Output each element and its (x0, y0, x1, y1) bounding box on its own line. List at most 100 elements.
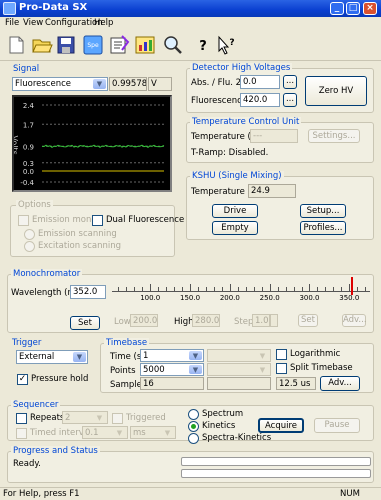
step-spinner[interactable] (270, 314, 278, 327)
progress-bar-2 (181, 469, 371, 478)
excitation-scanning-radio[interactable] (24, 241, 35, 252)
high-input[interactable]: 280.0 (192, 314, 220, 327)
chart-tool-icon[interactable] (134, 34, 156, 56)
close-button[interactable]: × (363, 2, 377, 15)
about-icon[interactable]: ? (192, 34, 214, 56)
channel-select[interactable]: Fluorescence ▼ (12, 77, 108, 91)
points-value: 5000 (143, 365, 165, 375)
scope-tick-label: 1.7 (23, 121, 34, 129)
abs-browse-button[interactable]: ... (283, 75, 297, 89)
chevron-down-icon[interactable]: ▼ (161, 428, 174, 437)
time-select-2[interactable]: ▼ (207, 349, 271, 362)
new-file-icon[interactable] (5, 34, 27, 56)
slider-tick (174, 287, 176, 291)
wavelength-thumb[interactable] (350, 277, 353, 295)
notes-icon[interactable] (108, 34, 130, 56)
sequencer-title: Sequencer (11, 400, 61, 410)
fluorescence-hv-input[interactable]: 420.0 (240, 93, 280, 107)
chevron-down-icon[interactable]: ▼ (189, 365, 202, 374)
save-icon[interactable] (55, 34, 77, 56)
logarithmic-checkbox[interactable] (276, 349, 287, 360)
slider-tick (261, 287, 263, 291)
zero-hv-button[interactable]: Zero HV (305, 76, 367, 106)
set-range-button[interactable]: Set (298, 314, 318, 327)
acquire-button[interactable]: Acquire (258, 418, 304, 433)
timed-intervals-checkbox[interactable] (16, 428, 27, 439)
dual-fluorescence-checkbox[interactable] (92, 215, 103, 226)
repeats-checkbox[interactable] (16, 413, 27, 424)
menu-view[interactable]: View (23, 18, 43, 28)
step-input[interactable]: 1.0 (252, 314, 270, 327)
timebase-advanced-button[interactable]: Adv... (320, 376, 360, 391)
split-timebase-label: Split Timebase (290, 363, 353, 373)
time-select[interactable]: 1 ▼ (140, 349, 204, 362)
wavelength-slider[interactable]: 100.0 150.0 200.0 250.0 300.0 350.0 (112, 277, 370, 308)
repeats-select[interactable]: 2 ▼ (62, 411, 108, 424)
minimize-button[interactable]: _ (330, 2, 344, 15)
temperature-input[interactable]: --- (250, 129, 298, 143)
slider-scale-label: 150.0 (180, 294, 201, 302)
context-help-icon[interactable]: ? (215, 34, 237, 56)
low-input[interactable]: 200.0 (130, 314, 158, 327)
title-bar[interactable]: Pro-Data SX _ □ × (0, 0, 381, 17)
trigger-title: Trigger (12, 338, 42, 348)
maximize-button[interactable]: □ (346, 2, 360, 15)
emission-scanning-radio[interactable] (24, 229, 35, 240)
menu-help[interactable]: Help (94, 18, 113, 28)
high-label: High (174, 317, 194, 327)
scope-tick-label: 0.9 (23, 143, 34, 151)
repeats-label: Repeats (30, 413, 65, 423)
slider-tick (245, 287, 247, 291)
pause-button[interactable]: Pause (314, 418, 360, 433)
menu-file[interactable]: File (5, 18, 19, 28)
chevron-down-icon[interactable]: ▼ (93, 413, 106, 422)
drive-button[interactable]: Drive (212, 204, 258, 218)
setup-button[interactable]: Setup... (300, 204, 346, 218)
points-select-2[interactable]: ▼ (207, 363, 271, 376)
triggered-checkbox[interactable] (112, 413, 123, 424)
pressure-hold-checkbox[interactable]: ✓ (17, 374, 28, 385)
kinetics-label: Kinetics (202, 421, 236, 431)
chevron-down-icon[interactable]: ▼ (93, 79, 106, 89)
empty-button[interactable]: Empty (212, 221, 258, 235)
set-wavelength-button[interactable]: Set (70, 316, 100, 330)
spectrum-label: Spectrum (202, 409, 244, 419)
points-select[interactable]: 5000 ▼ (140, 363, 204, 376)
open-folder-icon[interactable] (31, 34, 53, 56)
slider-tick (221, 287, 223, 291)
timed-intervals-select[interactable]: 0.1 ▼ (82, 426, 128, 439)
trigger-mode-select[interactable]: External ▼ (16, 350, 88, 364)
emission-mono-checkbox[interactable] (18, 215, 29, 226)
pressure-hold-label: Pressure hold (31, 374, 89, 384)
kinetics-radio[interactable] (188, 421, 199, 432)
slider-tick (317, 287, 319, 291)
split-timebase-checkbox[interactable] (276, 363, 287, 374)
slider-tick (205, 287, 207, 291)
chevron-down-icon[interactable]: ▼ (113, 428, 126, 437)
profiles-button[interactable]: Profiles... (300, 221, 346, 235)
chevron-down-icon[interactable]: ▼ (73, 352, 86, 362)
spectrum-tool-icon[interactable]: Spe (82, 34, 104, 56)
magnifier-icon[interactable] (162, 34, 184, 56)
slider-tick (134, 287, 136, 291)
num-lock-indicator: NUM (340, 489, 360, 499)
trigger-mode-value: External (19, 352, 55, 362)
chevron-down-icon[interactable]: ▼ (256, 365, 269, 374)
toolbar: Spe ? ? (0, 30, 381, 61)
slider-scale: 100.0 150.0 200.0 250.0 300.0 350.0 (112, 294, 370, 304)
chevron-down-icon[interactable]: ▼ (189, 351, 202, 360)
wavelength-input[interactable]: 352.0 (70, 285, 106, 299)
timed-unit-select[interactable]: ms ▼ (130, 426, 176, 439)
fluor-browse-button[interactable]: ... (283, 93, 297, 107)
spectra-kinetics-radio[interactable] (188, 433, 199, 444)
spectrum-radio[interactable] (188, 409, 199, 420)
status-message: Ready. (13, 459, 41, 469)
settings-button[interactable]: Settings... (308, 129, 360, 143)
samples-value: 16 (140, 377, 204, 390)
kshu-title: KSHU (Single Mixing) (190, 171, 284, 181)
abs-flu-input[interactable]: 0.0 (240, 75, 280, 89)
mono-advanced-button[interactable]: Adv... (342, 314, 367, 327)
menu-bar: File View Configuration Help (0, 17, 381, 30)
chevron-down-icon[interactable]: ▼ (256, 351, 269, 360)
signal-unit: V (148, 77, 172, 91)
